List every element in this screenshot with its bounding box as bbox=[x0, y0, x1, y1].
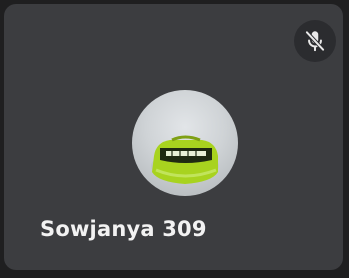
participant-tile[interactable]: Sowjanya 309 bbox=[4, 4, 343, 270]
avatar bbox=[132, 90, 238, 196]
participant-name: Sowjanya 309 bbox=[40, 217, 207, 241]
mic-muted-indicator bbox=[294, 20, 336, 62]
microphone-off-icon bbox=[304, 30, 326, 52]
profile-photo bbox=[151, 135, 219, 184]
